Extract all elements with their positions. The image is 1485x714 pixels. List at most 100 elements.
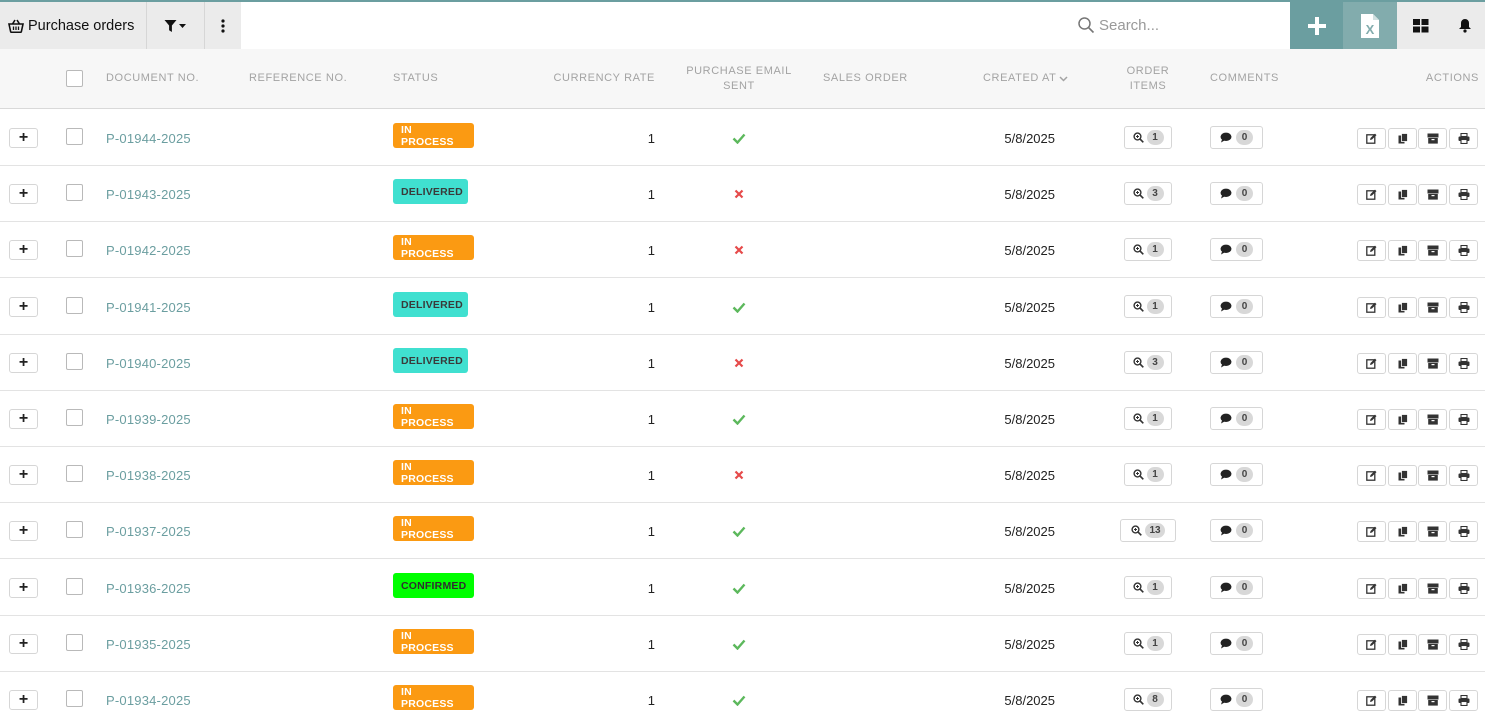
edit-button[interactable]: [1357, 297, 1386, 318]
header-document-no[interactable]: DOCUMENT NO.: [106, 49, 199, 108]
edit-button[interactable]: [1357, 128, 1386, 149]
copy-button[interactable]: [1388, 353, 1417, 374]
notifications-button[interactable]: [1445, 2, 1485, 49]
copy-button[interactable]: [1388, 465, 1417, 486]
expand-row-button[interactable]: +: [9, 353, 38, 373]
copy-button[interactable]: [1388, 240, 1417, 261]
document-no-link[interactable]: P-01935-2025: [106, 616, 191, 672]
comments-button[interactable]: 0: [1210, 688, 1263, 711]
document-no-link[interactable]: P-01941-2025: [106, 279, 191, 335]
print-button[interactable]: [1449, 184, 1478, 205]
document-no-link[interactable]: P-01934-2025: [106, 672, 191, 714]
document-no-link[interactable]: P-01944-2025: [106, 110, 191, 166]
row-checkbox[interactable]: [66, 578, 83, 595]
export-excel-button[interactable]: X: [1343, 2, 1397, 49]
row-checkbox[interactable]: [66, 634, 83, 651]
archive-button[interactable]: [1418, 634, 1447, 655]
archive-button[interactable]: [1418, 409, 1447, 430]
order-items-button[interactable]: 1: [1124, 576, 1172, 599]
archive-button[interactable]: [1418, 297, 1447, 318]
filter-dropdown-button[interactable]: [147, 2, 205, 49]
copy-button[interactable]: [1388, 634, 1417, 655]
document-no-link[interactable]: P-01943-2025: [106, 166, 191, 222]
row-checkbox[interactable]: [66, 184, 83, 201]
row-checkbox[interactable]: [66, 465, 83, 482]
document-no-link[interactable]: P-01937-2025: [106, 503, 191, 559]
row-checkbox[interactable]: [66, 353, 83, 370]
print-button[interactable]: [1449, 578, 1478, 599]
document-no-link[interactable]: P-01942-2025: [106, 222, 191, 278]
copy-button[interactable]: [1388, 521, 1417, 542]
print-button[interactable]: [1449, 634, 1478, 655]
order-items-button[interactable]: 8: [1124, 688, 1172, 711]
expand-row-button[interactable]: +: [9, 184, 38, 204]
archive-button[interactable]: [1418, 521, 1447, 542]
comments-button[interactable]: 0: [1210, 126, 1263, 149]
order-items-button[interactable]: 13: [1120, 519, 1176, 542]
order-items-button[interactable]: 1: [1124, 126, 1172, 149]
comments-button[interactable]: 0: [1210, 295, 1263, 318]
copy-button[interactable]: [1388, 409, 1417, 430]
expand-row-button[interactable]: +: [9, 409, 38, 429]
header-created-at[interactable]: CREATED AT: [983, 49, 1068, 108]
expand-row-button[interactable]: +: [9, 465, 38, 485]
header-purchase-email-sent[interactable]: PURCHASE EMAIL SENT: [674, 49, 804, 108]
edit-button[interactable]: [1357, 465, 1386, 486]
header-reference-no[interactable]: REFERENCE NO.: [249, 49, 347, 108]
edit-button[interactable]: [1357, 690, 1386, 711]
print-button[interactable]: [1449, 297, 1478, 318]
print-button[interactable]: [1449, 353, 1478, 374]
copy-button[interactable]: [1388, 184, 1417, 205]
edit-button[interactable]: [1357, 353, 1386, 374]
row-checkbox[interactable]: [66, 297, 83, 314]
row-checkbox[interactable]: [66, 521, 83, 538]
document-no-link[interactable]: P-01936-2025: [106, 560, 191, 616]
archive-button[interactable]: [1418, 128, 1447, 149]
expand-row-button[interactable]: +: [9, 240, 38, 260]
order-items-button[interactable]: 1: [1124, 295, 1172, 318]
more-options-button[interactable]: [205, 2, 241, 49]
page-title-button[interactable]: Purchase orders: [0, 2, 147, 49]
print-button[interactable]: [1449, 465, 1478, 486]
archive-button[interactable]: [1418, 690, 1447, 711]
header-comments[interactable]: COMMENTS: [1210, 49, 1279, 108]
row-checkbox[interactable]: [66, 409, 83, 426]
edit-button[interactable]: [1357, 578, 1386, 599]
comments-button[interactable]: 0: [1210, 463, 1263, 486]
comments-button[interactable]: 0: [1210, 576, 1263, 599]
order-items-button[interactable]: 1: [1124, 407, 1172, 430]
expand-row-button[interactable]: +: [9, 128, 38, 148]
archive-button[interactable]: [1418, 465, 1447, 486]
grid-view-button[interactable]: [1397, 2, 1445, 49]
archive-button[interactable]: [1418, 578, 1447, 599]
expand-row-button[interactable]: +: [9, 690, 38, 710]
header-sales-order[interactable]: SALES ORDER: [823, 49, 908, 108]
comments-button[interactable]: 0: [1210, 351, 1263, 374]
print-button[interactable]: [1449, 240, 1478, 261]
print-button[interactable]: [1449, 409, 1478, 430]
document-no-link[interactable]: P-01940-2025: [106, 335, 191, 391]
search-input[interactable]: [1099, 12, 1279, 38]
print-button[interactable]: [1449, 128, 1478, 149]
header-currency-rate[interactable]: CURRENCY RATE: [540, 49, 655, 108]
archive-button[interactable]: [1418, 240, 1447, 261]
edit-button[interactable]: [1357, 409, 1386, 430]
comments-button[interactable]: 0: [1210, 407, 1263, 430]
copy-button[interactable]: [1388, 128, 1417, 149]
row-checkbox[interactable]: [66, 690, 83, 707]
expand-row-button[interactable]: +: [9, 634, 38, 654]
archive-button[interactable]: [1418, 353, 1447, 374]
copy-button[interactable]: [1388, 578, 1417, 599]
archive-button[interactable]: [1418, 184, 1447, 205]
header-order-items[interactable]: ORDER ITEMS: [1108, 49, 1188, 108]
edit-button[interactable]: [1357, 521, 1386, 542]
order-items-button[interactable]: 3: [1124, 182, 1172, 205]
select-all-checkbox[interactable]: [66, 70, 83, 87]
add-purchase-order-button[interactable]: [1290, 2, 1343, 49]
row-checkbox[interactable]: [66, 128, 83, 145]
comments-button[interactable]: 0: [1210, 519, 1263, 542]
document-no-link[interactable]: P-01939-2025: [106, 391, 191, 447]
copy-button[interactable]: [1388, 690, 1417, 711]
expand-row-button[interactable]: +: [9, 521, 38, 541]
expand-row-button[interactable]: +: [9, 578, 38, 598]
